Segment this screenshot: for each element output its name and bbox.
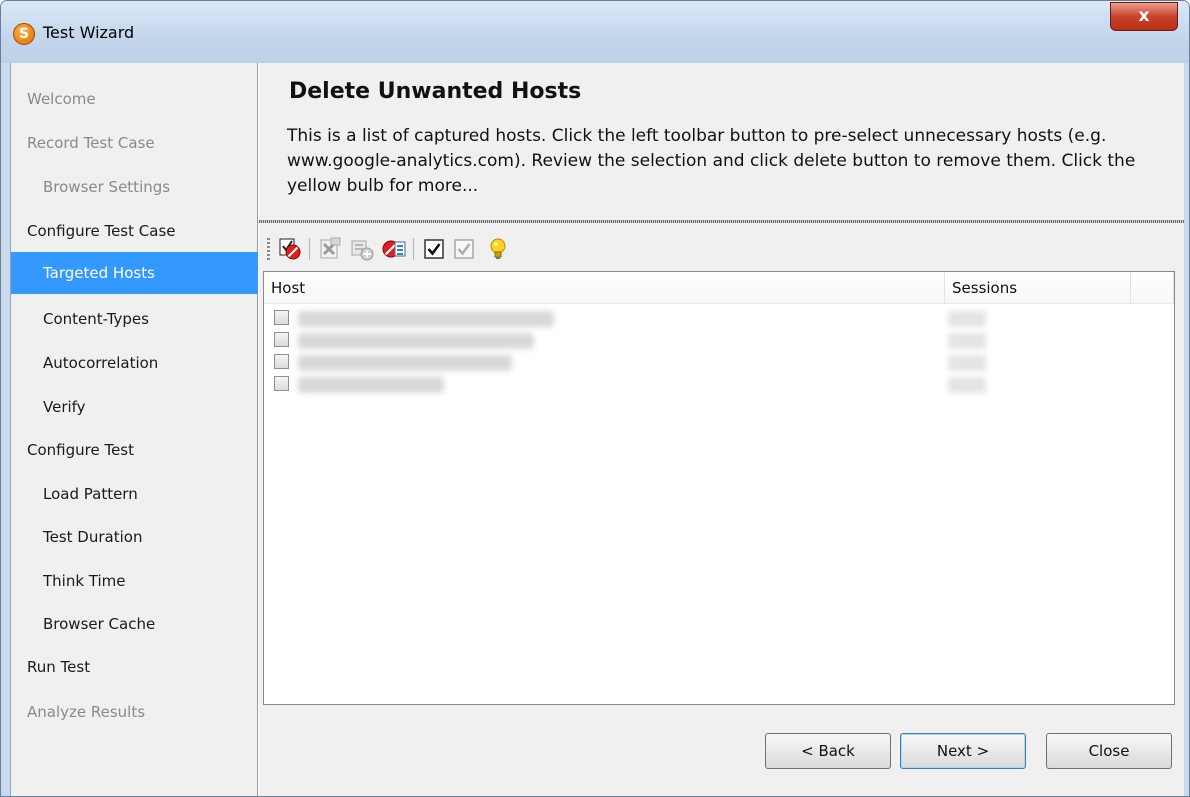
uncheck-all-icon[interactable] xyxy=(451,236,477,262)
step-browser-cache[interactable]: Browser Cache xyxy=(11,604,258,644)
add-host-icon[interactable] xyxy=(349,236,375,262)
row-checkbox[interactable] xyxy=(274,376,289,391)
host-cell xyxy=(298,311,554,327)
delete-selected-icon[interactable] xyxy=(317,236,343,262)
header-divider xyxy=(259,220,1184,223)
main-panel: Delete Unwanted Hosts This is a list of … xyxy=(259,63,1184,796)
table-row[interactable] xyxy=(264,307,1174,329)
toolbar-grip[interactable] xyxy=(267,238,270,260)
sessions-cell xyxy=(948,333,986,349)
toolbar-separator xyxy=(309,238,310,260)
sessions-cell xyxy=(948,377,986,393)
step-run-test[interactable]: Run Test xyxy=(11,647,258,687)
column-header-host[interactable]: Host xyxy=(264,272,945,304)
sessions-cell xyxy=(948,355,986,371)
test-wizard-window: S Test Wizard x Welcome Record Test Case… xyxy=(0,0,1190,797)
host-cell xyxy=(298,377,444,393)
preselect-hosts-icon[interactable] xyxy=(277,236,303,262)
row-checkbox[interactable] xyxy=(274,354,289,369)
step-browser-settings[interactable]: Browser Settings xyxy=(11,167,258,207)
window-title: Test Wizard xyxy=(43,23,135,42)
table-row[interactable] xyxy=(264,351,1174,373)
app-logo-icon: S xyxy=(13,23,35,45)
next-button[interactable]: Next > xyxy=(900,733,1026,769)
step-targeted-hosts[interactable]: Targeted Hosts xyxy=(11,252,258,294)
table-row[interactable] xyxy=(264,329,1174,351)
back-button[interactable]: < Back xyxy=(765,733,891,769)
page-title: Delete Unwanted Hosts xyxy=(289,79,582,104)
step-think-time[interactable]: Think Time xyxy=(11,561,258,601)
sessions-cell xyxy=(948,311,986,327)
column-header-extra xyxy=(1131,272,1174,304)
wizard-client-area: Welcome Record Test Case Browser Setting… xyxy=(10,63,1184,796)
row-checkbox[interactable] xyxy=(274,310,289,325)
step-record-test-case[interactable]: Record Test Case xyxy=(11,123,258,163)
page-description: This is a list of captured hosts. Click … xyxy=(287,126,1136,196)
table-row[interactable] xyxy=(264,373,1174,395)
yellow-bulb-icon[interactable] xyxy=(485,236,511,262)
step-autocorrelation[interactable]: Autocorrelation xyxy=(11,343,258,383)
clear-selection-icon[interactable] xyxy=(381,236,407,262)
toolbar-separator xyxy=(413,238,414,260)
step-configure-test[interactable]: Configure Test xyxy=(11,430,258,470)
window-close-button[interactable]: x xyxy=(1110,2,1178,31)
title-bar: S Test Wizard x xyxy=(1,1,1189,63)
step-configure-test-case[interactable]: Configure Test Case xyxy=(11,211,258,251)
step-content-types[interactable]: Content-Types xyxy=(11,299,258,339)
close-button[interactable]: Close xyxy=(1046,733,1172,769)
hosts-toolbar xyxy=(265,230,1177,268)
step-analyze-results[interactable]: Analyze Results xyxy=(11,692,258,732)
row-checkbox[interactable] xyxy=(274,332,289,347)
check-all-icon[interactable] xyxy=(421,236,447,262)
hosts-table: Host Sessions xyxy=(263,271,1175,705)
step-verify[interactable]: Verify xyxy=(11,387,258,427)
host-cell xyxy=(298,333,534,349)
step-test-duration[interactable]: Test Duration xyxy=(11,517,258,557)
host-cell xyxy=(298,355,512,371)
step-welcome[interactable]: Welcome xyxy=(11,79,258,119)
wizard-steps-sidebar: Welcome Record Test Case Browser Setting… xyxy=(11,63,258,796)
step-load-pattern[interactable]: Load Pattern xyxy=(11,474,258,514)
column-header-sessions[interactable]: Sessions xyxy=(945,272,1131,304)
